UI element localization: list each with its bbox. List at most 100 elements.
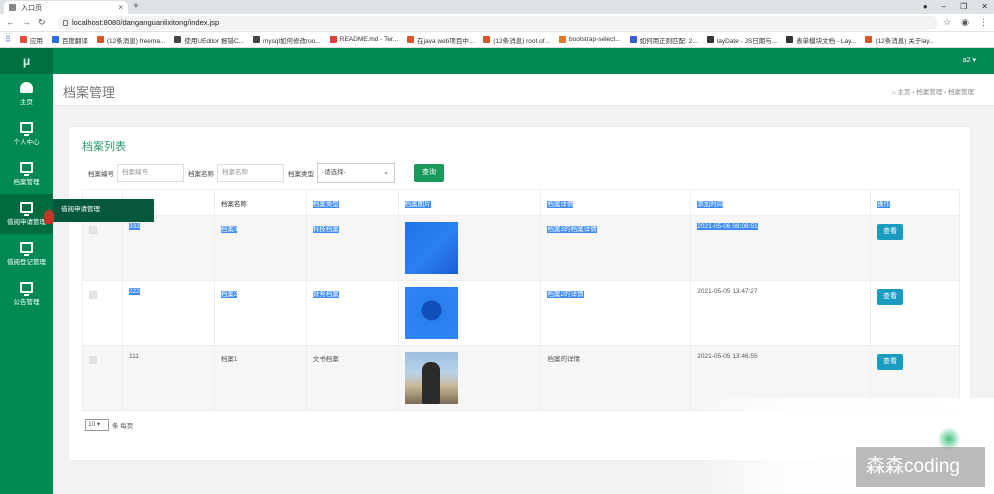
table-cell: 财务档案: [305, 280, 399, 346]
column-header-label: 操作: [877, 200, 891, 208]
chevron-down-icon: ⌄: [383, 169, 389, 176]
browser-tab-bar: 入口页 × + ● – ❐ ✕: [0, 0, 994, 14]
cell-detail: 档案3的档案详情: [547, 226, 597, 233]
bookmark-item[interactable]: mysql如何修改roo...: [252, 35, 321, 45]
table-cell: 2021-05-06 09:08:51: [690, 215, 872, 281]
bookmark-item[interactable]: (12条消息) 关于lay...: [865, 35, 934, 45]
profile-icon[interactable]: ●: [923, 0, 928, 13]
cell-code: 333: [128, 223, 140, 230]
row-checkbox[interactable]: [89, 356, 97, 364]
table-cell: [82, 280, 123, 346]
bookmark-item[interactable]: 百度翻译: [51, 35, 88, 45]
bookmark-favicon-icon: [407, 36, 415, 43]
new-tab-button[interactable]: +: [133, 0, 139, 13]
name-input[interactable]: 档案名称: [217, 164, 284, 182]
code-input[interactable]: 档案编号: [117, 164, 184, 182]
sidebar-item-label: 借阅登记管理: [7, 259, 46, 266]
cell-type: 财务档案: [312, 291, 339, 298]
table-row: 333 档案3 科技档案 档案3的档案详情 2021-05-06 09:08:51 查看: [82, 215, 960, 281]
bookmark-item[interactable]: bootstrap-select...: [558, 36, 621, 43]
cell-detail: 档案的详情: [547, 356, 580, 363]
row-checkbox[interactable]: [89, 226, 97, 234]
table-cell: 档案3的档案详情: [540, 215, 692, 281]
table-cell: 查看: [870, 280, 960, 346]
cell-time: 2021-05-06 09:08:51: [697, 223, 758, 230]
bookmark-favicon-icon: [629, 36, 637, 43]
bookmark-favicon-icon: [329, 36, 337, 43]
sidebar-item[interactable]: 借阅登记管理: [0, 234, 53, 274]
user-menu[interactable]: a2 ▾: [963, 56, 976, 64]
view-button[interactable]: 查看: [877, 354, 904, 370]
apps-grid-icon[interactable]: ⠿: [5, 35, 11, 44]
sidebar-item[interactable]: 主页: [0, 74, 53, 114]
bookmark-label: (12条消息) 关于lay...: [875, 37, 935, 45]
hand-cursor-icon: [44, 210, 54, 224]
tab-title: 入口页: [21, 4, 42, 12]
bookmark-item[interactable]: (12条消息) freema...: [96, 35, 165, 45]
bookmark-label: 百度翻译: [61, 37, 88, 45]
close-window-icon[interactable]: ✕: [981, 0, 988, 13]
url-input[interactable]: localhost:8080/danganguanlixitong/index.…: [58, 16, 938, 30]
browser-tab[interactable]: 入口页 ×: [4, 1, 128, 14]
sidebar-item-label: 公告管理: [13, 299, 40, 306]
bookmark-item[interactable]: 表单模块文档 - Lay...: [786, 35, 856, 45]
bookmark-label: 使用UEditor 报错C...: [184, 37, 244, 45]
bookmark-label: 应用: [29, 37, 43, 45]
bookmark-favicon-icon: [51, 36, 59, 43]
app-logo[interactable]: μ: [0, 48, 53, 74]
bookmark-label: 表单模块文档 - Lay...: [796, 37, 857, 45]
menu-icon[interactable]: ⋮: [979, 17, 988, 28]
sidebar-item[interactable]: 公告管理: [0, 274, 53, 314]
cell-name: 档案1: [220, 356, 238, 363]
type-select[interactable]: -请选择- ⌄: [317, 163, 395, 183]
bookmark-item[interactable]: 在java web项目中...: [407, 35, 474, 45]
cell-name: 档案3: [220, 226, 238, 233]
star-icon[interactable]: ☆: [943, 17, 951, 28]
query-button[interactable]: 查询: [414, 164, 444, 182]
bookmark-item[interactable]: 应用: [19, 35, 43, 45]
view-button[interactable]: 查看: [877, 224, 904, 240]
table-cell: [82, 215, 123, 281]
table-cell: 222: [121, 280, 215, 346]
top-bar: a2 ▾: [53, 48, 994, 74]
minimize-icon[interactable]: –: [942, 0, 946, 13]
row-checkbox[interactable]: [89, 291, 97, 299]
column-header-label: 档案图片: [404, 200, 431, 208]
reload-icon[interactable]: ↻: [38, 17, 46, 28]
table-cell: 查看: [870, 215, 960, 281]
sidebar-item-label: 借阅申请管理: [7, 219, 46, 226]
column-header-label: 档案详情: [547, 200, 574, 208]
panel-title: 档案列表: [82, 141, 126, 153]
bookmark-item[interactable]: 使用UEditor 报错C...: [174, 35, 244, 45]
tab-close-icon[interactable]: ×: [118, 3, 123, 12]
maximize-icon[interactable]: ❐: [960, 0, 967, 13]
sidebar-item[interactable]: 档案管理: [0, 154, 53, 194]
bookmark-item[interactable]: 如何用正则匹配: 2...: [629, 35, 698, 45]
back-icon[interactable]: ←: [6, 17, 15, 27]
forward-icon[interactable]: →: [22, 17, 31, 27]
cell-code: 111: [128, 353, 139, 360]
bookmark-item[interactable]: README.md - Ter...: [329, 36, 398, 43]
pager: 10 ▾ 条 每页: [85, 419, 133, 431]
column-header: 档案名称: [213, 189, 307, 216]
monitor-icon: [20, 202, 33, 216]
bookmark-favicon-icon: [786, 36, 794, 43]
code-label: 档案编号: [88, 171, 114, 178]
watermark: 森森coding: [856, 447, 985, 487]
bookmark-favicon-icon: [558, 36, 566, 43]
monitor-icon: [20, 122, 33, 136]
account-icon[interactable]: ◉: [961, 17, 969, 28]
info-icon[interactable]: [63, 20, 68, 26]
page-size-select[interactable]: 10 ▾: [85, 419, 109, 431]
bookmark-item[interactable]: (12条消息) root of...: [483, 35, 550, 45]
bookmark-label: bootstrap-select...: [568, 36, 621, 43]
column-header: 操作: [870, 189, 960, 216]
search-form: 档案编号 档案编号 档案名称 档案名称 档案类型 -请选择- ⌄ 查询: [88, 163, 444, 183]
bookmark-item[interactable]: layDate - JS日期与...: [706, 35, 777, 45]
sidebar-item[interactable]: 个人中心: [0, 114, 53, 154]
view-button[interactable]: 查看: [877, 289, 904, 305]
page-title: 档案管理: [63, 85, 116, 100]
table-row: 222 档案2 财务档案 档案2的详情 2021-05-05 13:47:27 查看: [82, 280, 960, 346]
archive-table: 档案编号档案名称档案类型档案图片档案详情添加时间操作 333档案3科技档案档案3…: [82, 189, 960, 411]
bookmarks-bar: ⠿ 应用 百度翻译 (12条消息) freema... 使用UEditor 报错C..…: [0, 32, 994, 48]
